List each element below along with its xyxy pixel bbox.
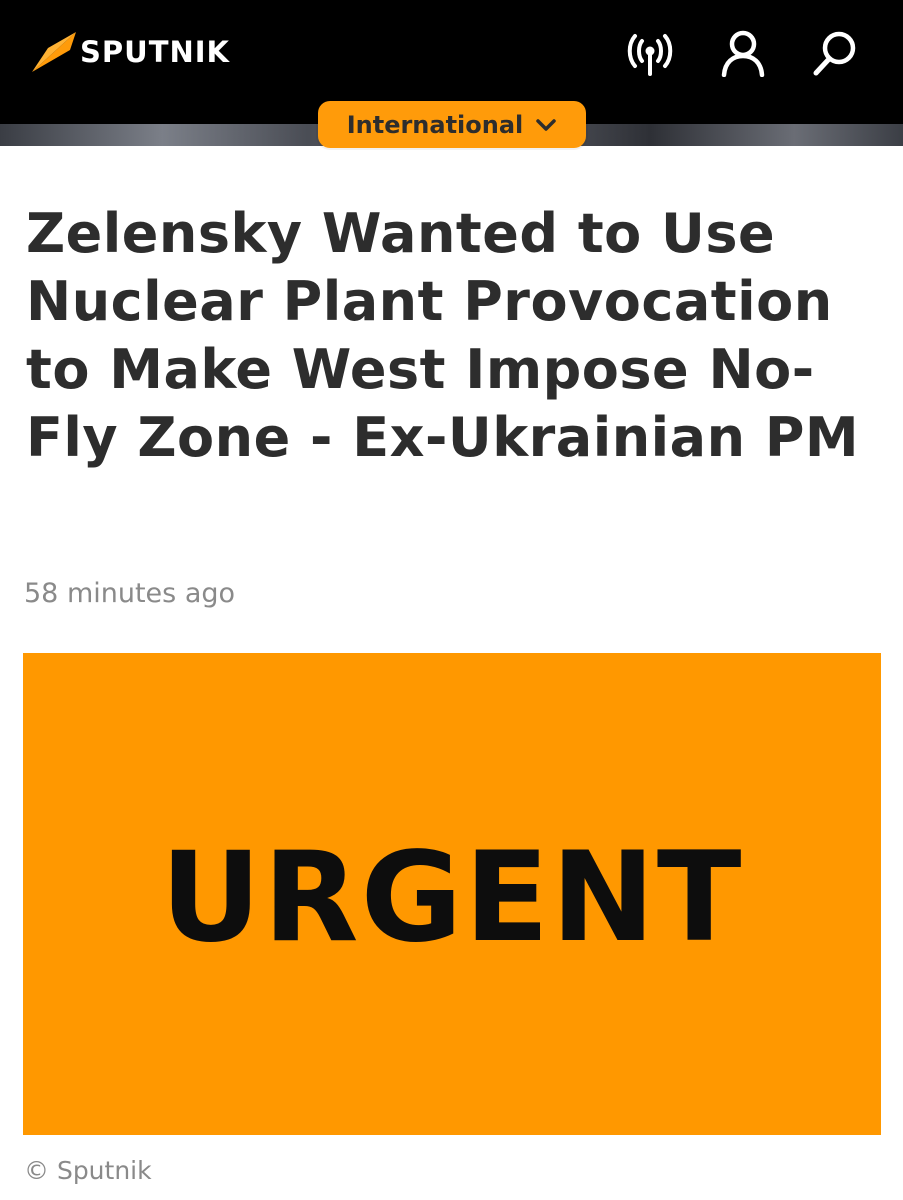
brand-name: SPUTNIK	[80, 35, 231, 69]
radio-icon	[627, 34, 673, 76]
radio-button[interactable]	[625, 28, 675, 78]
site-header: SPUTNIK International	[0, 0, 903, 148]
search-button[interactable]	[810, 28, 860, 78]
article-image-text: URGENT	[160, 826, 744, 970]
article-image[interactable]: URGENT	[23, 653, 881, 1135]
image-credit: © Sputnik	[24, 1156, 152, 1185]
article-timestamp: 58 minutes ago	[24, 578, 236, 609]
chevron-down-icon	[536, 118, 557, 131]
sputnik-logo[interactable]: SPUTNIK	[30, 28, 230, 74]
user-icon	[721, 30, 765, 77]
section-label: International	[346, 110, 524, 139]
account-button[interactable]	[718, 28, 768, 78]
search-icon	[813, 31, 856, 76]
section-dropdown[interactable]: International	[318, 101, 586, 148]
sputnik-logo-icon	[32, 32, 76, 72]
article-headline: Zelensky Wanted to Use Nuclear Plant Pro…	[26, 202, 860, 469]
